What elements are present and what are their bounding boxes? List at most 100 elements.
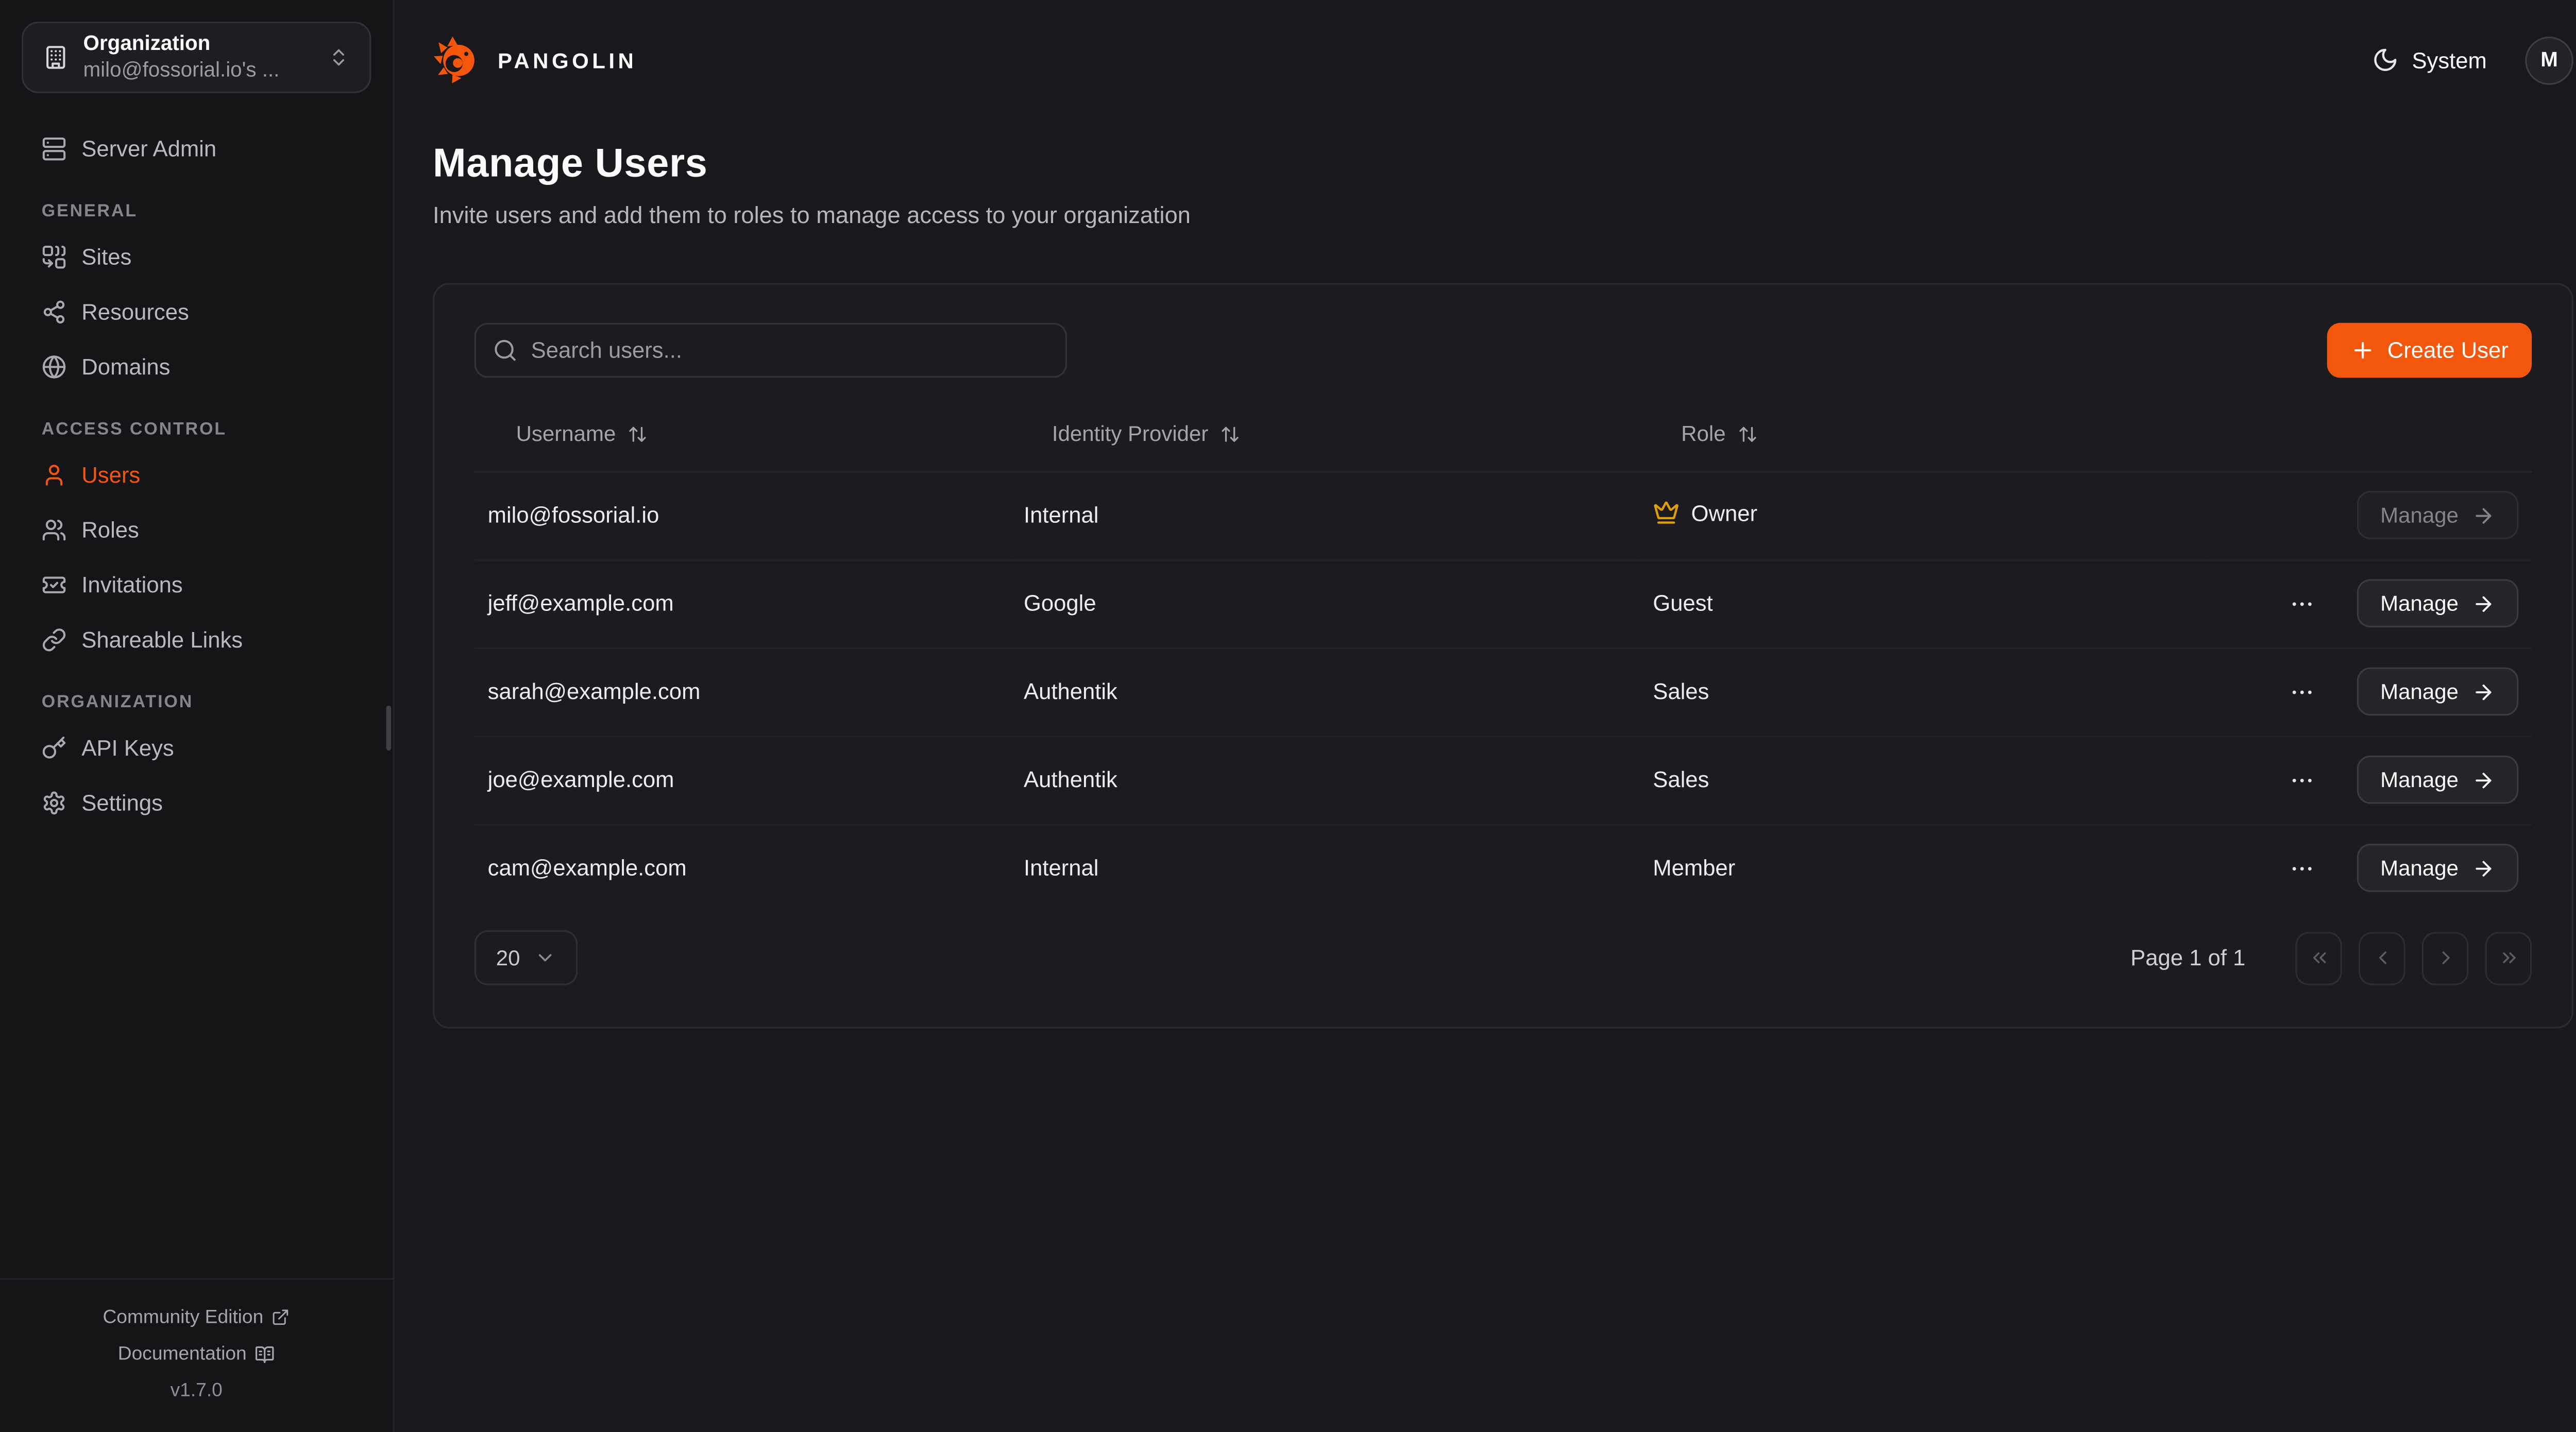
topbar-right: System M [2372,36,2573,84]
sidebar-item-invitations[interactable]: Invitations [42,564,369,604]
building-icon [43,45,68,70]
create-user-label: Create User [2387,338,2509,363]
plus-icon [2351,338,2376,363]
org-switcher-value: milo@fossorial.io's ... [83,57,313,83]
sidebar-item-settings[interactable]: Settings [42,782,369,823]
manage-button[interactable]: Manage [2357,579,2518,627]
sidebar-item-label: Shareable Links [81,626,243,651]
chevron-down-icon [535,947,557,968]
row-actions-menu-button[interactable] [2282,848,2323,889]
sort-identity-provider-button[interactable]: Identity Provider [1010,421,1240,446]
sidebar-item-label: API Keys [81,735,174,759]
users-icon [42,517,66,541]
role-cell: Guest [1653,591,1713,616]
row-actions-menu-button[interactable] [2282,583,2323,623]
page-size-select[interactable]: 20 [474,930,579,985]
sidebar-item-sites[interactable]: Sites [42,236,369,277]
identity-provider-cell: Google [1024,591,1096,616]
role-cell: Sales [1653,679,1709,704]
users-table: Username Identity Provider Role [474,398,2532,912]
link-icon [42,626,66,651]
column-header-role: Role [1681,421,1725,446]
username-cell: sarah@example.com [488,679,701,704]
org-switcher-label: Organization [83,31,313,57]
sidebar-item-server-admin[interactable]: Server Admin [42,128,369,168]
chevrons-up-down-icon [328,46,349,68]
arrow-right-icon [2472,503,2495,526]
role-cell: Member [1653,856,1735,880]
topbar: PANGOLIN System M [433,0,2573,120]
sidebar-item-api-keys[interactable]: API Keys [42,727,369,768]
row-actions-menu-button[interactable] [2282,760,2323,800]
documentation-label: Documentation [118,1344,247,1364]
sidebar-item-users[interactable]: Users [42,454,369,495]
sidebar-item-label: Domains [81,354,170,379]
role-label: Sales [1653,767,1709,792]
table-row: jeff@example.com Google Guest Manage [474,559,2532,647]
sidebar-item-label: Roles [81,517,139,541]
username-cell: joe@example.com [488,767,674,792]
sidebar-item-label: Invitations [81,572,182,596]
users-table-body: milo@fossorial.io Internal Owner Manage … [474,471,2532,912]
theme-label: System [2412,47,2486,72]
next-page-button[interactable] [2422,931,2468,984]
sidebar-item-label: Resources [81,299,189,323]
identity-provider-cell: Internal [1024,503,1098,527]
section-label-organization: ORGANIZATION [42,692,369,712]
sort-role-button[interactable]: Role [1639,421,1757,446]
arrow-right-icon [2472,680,2495,703]
table-row: joe@example.com Authentik Sales Manage [474,736,2532,824]
manage-button[interactable]: Manage [2357,756,2518,804]
page-title: Manage Users [433,142,2573,188]
community-edition-link[interactable]: Community Edition [0,1299,393,1336]
section-label-general: GENERAL [42,201,369,221]
card-toolbar: Create User [474,323,2532,378]
identity-provider-cell: Internal [1024,856,1098,880]
server-icon [42,135,66,160]
identity-provider-cell: Authentik [1024,767,1117,792]
sidebar: Organization milo@fossorial.io's ... Ser… [0,0,395,1432]
main-area: PANGOLIN System M Manage Users Invite us… [395,0,2576,1432]
manage-label: Manage [2380,591,2459,616]
theme-toggle[interactable]: System [2372,46,2487,73]
manage-label: Manage [2380,767,2459,792]
sidebar-item-shareable-links[interactable]: Shareable Links [42,619,369,659]
column-header-identity-provider: Identity Provider [1052,421,1208,446]
arrow-right-icon [2472,768,2495,791]
sidebar-footer: Community Edition Documentation v1.7.0 [0,1277,393,1432]
previous-page-button[interactable] [2359,931,2405,984]
pagination-right: Page 1 of 1 [2130,931,2532,984]
brand: PANGOLIN [433,35,637,85]
sidebar-item-domains[interactable]: Domains [42,346,369,386]
manage-button: Manage [2357,491,2518,539]
avatar-initial: M [2540,48,2558,72]
last-page-button[interactable] [2485,931,2532,984]
sidebar-item-label: Sites [81,244,131,268]
create-user-button[interactable]: Create User [2327,323,2532,378]
moon-icon [2372,46,2399,73]
sidebar-item-resources[interactable]: Resources [42,291,369,331]
manage-button[interactable]: Manage [2357,668,2518,716]
sidebar-item-roles[interactable]: Roles [42,509,369,550]
first-page-button[interactable] [2295,931,2342,984]
row-actions-menu-button[interactable] [2282,672,2323,712]
manage-button[interactable]: Manage [2357,844,2518,893]
page-info: Page 1 of 1 [2130,945,2245,970]
documentation-link[interactable]: Documentation [0,1336,393,1372]
ticket-check-icon [42,572,66,596]
search-input[interactable] [531,338,1049,363]
table-row: sarah@example.com Authentik Sales Manage [474,647,2532,736]
sidebar-item-label: Users [81,462,140,487]
sort-username-button[interactable]: Username [474,421,648,446]
avatar[interactable]: M [2525,36,2573,84]
role-label: Sales [1653,679,1709,704]
combine-icon [42,244,66,268]
sidebar-scrollbar-thumb[interactable] [386,706,392,751]
gear-icon [42,790,66,814]
external-link-icon [272,1308,290,1326]
role-label: Guest [1653,591,1713,616]
brand-name: PANGOLIN [498,47,637,72]
key-icon [42,735,66,759]
user-icon [42,462,66,487]
org-switcher[interactable]: Organization milo@fossorial.io's ... [22,22,371,93]
